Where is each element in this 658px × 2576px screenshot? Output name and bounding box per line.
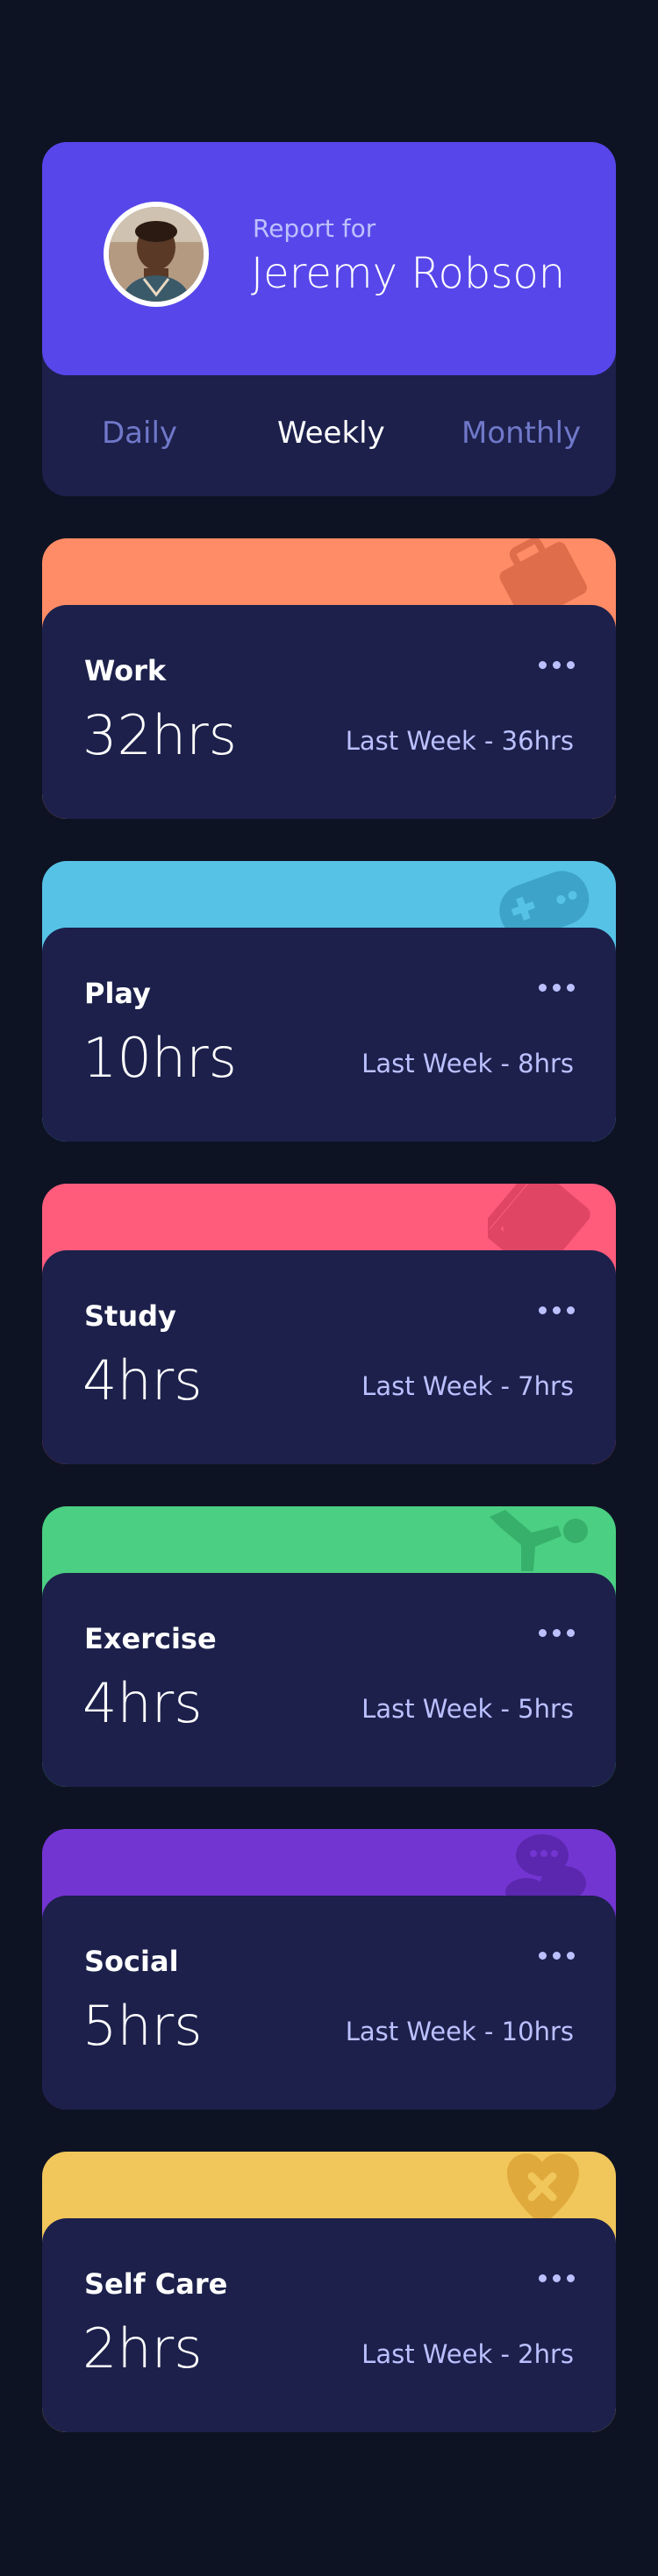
activity-card-work: Work 32hrs Last Week - 36hrs [42,538,616,819]
activity-card-self-care: Self Care 2hrs Last Week - 2hrs [42,2152,616,2432]
activity-panel[interactable]: Play 10hrs Last Week - 8hrs [42,928,616,1142]
activity-panel[interactable]: Social 5hrs Last Week - 10hrs [42,1896,616,2110]
profile-card: Report for Jeremy Robson Daily Weekly Mo… [42,142,616,496]
more-options-icon[interactable] [537,1941,577,1968]
book-icon [488,1184,590,1257]
report-for-label: Report for [253,214,376,243]
profile-header: Report for Jeremy Robson [42,142,616,375]
user-name: Jeremy Robson [251,249,566,298]
avatar-image [109,207,204,302]
activity-card-play: Play 10hrs Last Week - 8hrs [42,861,616,1142]
previous-hours: Last Week - 7hrs [361,1371,574,1401]
current-hours: 2hrs [82,2316,203,2380]
activity-title: Play [84,977,151,1010]
previous-hours: Last Week - 8hrs [361,1049,574,1078]
more-options-icon[interactable] [537,651,577,677]
activity-title: Work [84,654,167,687]
previous-hours: Last Week - 36hrs [345,726,574,756]
more-options-icon[interactable] [537,2264,577,2290]
activity-panel[interactable]: Self Care 2hrs Last Week - 2hrs [42,2218,616,2432]
previous-hours: Last Week - 5hrs [361,1694,574,1724]
activity-title: Social [84,1945,179,1978]
page: Report for Jeremy Robson Daily Weekly Mo… [0,0,658,2576]
activity-card-study: Study 4hrs Last Week - 7hrs [42,1184,616,1464]
current-hours: 4hrs [82,1348,203,1413]
activity-card-social: Social 5hrs Last Week - 10hrs [42,1829,616,2110]
gamepad-icon [499,871,590,935]
previous-hours: Last Week - 10hrs [345,2017,574,2046]
briefcase-icon [499,538,588,612]
current-hours: 5hrs [82,1994,203,2058]
activity-card-exercise: Exercise 4hrs Last Week - 5hrs [42,1506,616,1787]
activity-panel[interactable]: Exercise 4hrs Last Week - 5hrs [42,1573,616,1787]
current-hours: 32hrs [82,703,237,767]
current-hours: 10hrs [82,1026,237,1090]
activity-panel[interactable]: Work 32hrs Last Week - 36hrs [42,605,616,819]
previous-hours: Last Week - 2hrs [361,2339,574,2369]
heart-icon [507,2153,579,2225]
dashboard: Report for Jeremy Robson Daily Weekly Mo… [42,142,616,2432]
activity-title: Self Care [84,2267,228,2301]
avatar [104,202,209,307]
activity-title: Study [84,1299,176,1333]
tab-monthly[interactable]: Monthly [461,416,581,451]
more-options-icon[interactable] [537,1619,577,1645]
current-hours: 4hrs [82,1671,203,1735]
chat-icon [505,1834,586,1903]
tab-daily[interactable]: Daily [102,416,177,451]
tab-weekly[interactable]: Weekly [277,416,385,451]
more-options-icon[interactable] [537,1296,577,1322]
running-icon [490,1510,588,1571]
activity-panel[interactable]: Study 4hrs Last Week - 7hrs [42,1250,616,1464]
activity-title: Exercise [84,1622,217,1655]
more-options-icon[interactable] [537,973,577,1000]
